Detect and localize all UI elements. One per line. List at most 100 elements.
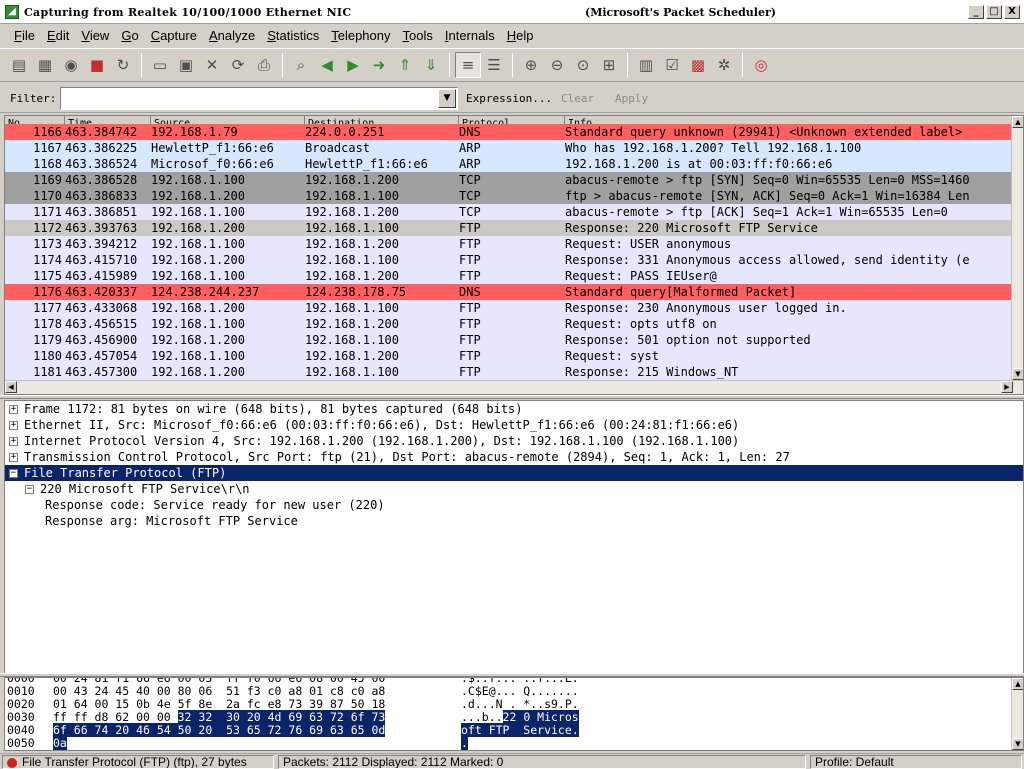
- hex-ascii[interactable]: .: [461, 736, 468, 750]
- detail-line[interactable]: − File Transfer Protocol (FTP): [5, 465, 1023, 481]
- expert-info-icon[interactable]: [7, 757, 17, 768]
- expand-icon[interactable]: +: [9, 453, 18, 462]
- menu-telephony[interactable]: Telephony: [325, 28, 396, 43]
- auto-scroll-icon[interactable]: ☰: [481, 52, 507, 78]
- packet-row[interactable]: 1166 463.384742 192.168.1.79 224.0.0.251 DNS…: [5, 124, 1013, 140]
- packet-row[interactable]: 1168 463.386524 Microsof_f0:66:e6 HewlettP_…: [5, 156, 1013, 172]
- pane-splitter-top[interactable]: [0, 395, 1024, 399]
- menu-go[interactable]: Go: [115, 28, 144, 43]
- filter-dropdown-arrow-icon[interactable]: ▼: [438, 89, 456, 108]
- detail-line[interactable]: + Transmission Control Protocol, Src Port…: [5, 449, 1023, 465]
- help-icon[interactable]: ◎: [748, 52, 774, 78]
- preferences-icon[interactable]: ✲: [711, 52, 737, 78]
- title-bar: ◢ Capturing from Realtek 10/100/1000 Eth…: [0, 0, 1024, 24]
- expression-button[interactable]: Expression...: [466, 92, 552, 105]
- hex-bytes[interactable]: 6f 66 74 20 46 54 50 20 53 65 72 76 69 6…: [53, 723, 386, 737]
- menu-capture[interactable]: Capture: [145, 28, 203, 43]
- menu-statistics[interactable]: Statistics: [261, 28, 325, 43]
- display-filters-icon[interactable]: ☑: [659, 52, 685, 78]
- collapse-icon[interactable]: −: [25, 485, 34, 494]
- close-file-icon[interactable]: ✕: [199, 52, 225, 78]
- detail-line[interactable]: Response arg: Microsoft FTP Service: [5, 513, 1023, 529]
- packet-cell-info: Request: USER anonymous: [565, 237, 732, 251]
- coloring-rules-icon[interactable]: ▩: [685, 52, 711, 78]
- resize-columns-icon[interactable]: ⊞: [596, 52, 622, 78]
- bytes-scroll-down-icon[interactable]: ▼: [1012, 738, 1023, 750]
- packet-cell-src: HewlettP_f1:66:e6: [151, 141, 274, 155]
- apply-button[interactable]: Apply: [615, 92, 648, 105]
- detail-line[interactable]: −220 Microsoft FTP Service\r\n: [5, 481, 1023, 497]
- packet-cell-info: Response: 230 Anonymous user logged in.: [565, 301, 847, 315]
- packet-row[interactable]: 1171 463.386851 192.168.1.100 192.168.1.200…: [5, 204, 1013, 220]
- packet-row[interactable]: 1181 463.457300 192.168.1.200 192.168.1.100…: [5, 364, 1013, 380]
- scroll-left-icon[interactable]: ◀: [5, 381, 17, 393]
- open-file-icon[interactable]: ▭: [147, 52, 173, 78]
- maximize-button[interactable]: □: [986, 5, 1002, 19]
- go-to-packet-icon[interactable]: ➜: [366, 52, 392, 78]
- capture-filters-icon[interactable]: ▥: [633, 52, 659, 78]
- hex-ascii[interactable]: oft FTP Service.: [461, 723, 579, 737]
- colorize-icon[interactable]: ≡: [455, 52, 481, 78]
- packet-cell-proto: DNS: [459, 285, 481, 299]
- bytes-scroll-up-icon[interactable]: ▲: [1012, 678, 1023, 690]
- zoom-out-icon[interactable]: ⊖: [544, 52, 570, 78]
- menu-tools[interactable]: Tools: [397, 28, 439, 43]
- display-filter-input[interactable]: [60, 87, 458, 110]
- go-first-icon[interactable]: ⇑: [392, 52, 418, 78]
- menu-view[interactable]: View: [75, 28, 115, 43]
- hex-bytes[interactable]: 0a: [53, 736, 67, 750]
- minimize-button[interactable]: _: [968, 5, 984, 19]
- start-capture-icon[interactable]: ◉: [58, 52, 84, 78]
- detail-line[interactable]: + Frame 1172: 81 bytes on wire (648 bits)…: [5, 401, 1023, 417]
- hex-bytes-plain: 00 43 24 45 40 00 80 06 51 f3 c0 a8 01 c…: [53, 684, 386, 698]
- restart-capture-icon[interactable]: ↻: [110, 52, 136, 78]
- menu-help[interactable]: Help: [501, 28, 540, 43]
- save-file-icon[interactable]: ▣: [173, 52, 199, 78]
- packet-row[interactable]: 1167 463.386225 HewlettP_f1:66:e6 Broadcast…: [5, 140, 1013, 156]
- packet-row[interactable]: 1174 463.415710 192.168.1.200 192.168.1.100…: [5, 252, 1013, 268]
- packet-list-vscrollbar[interactable]: ▲ ▼: [1011, 116, 1023, 380]
- menu-analyze[interactable]: Analyze: [203, 28, 261, 43]
- packet-row[interactable]: 1169 463.386528 192.168.1.100 192.168.1.200…: [5, 172, 1013, 188]
- packet-row[interactable]: 1177 463.433068 192.168.1.200 192.168.1.100…: [5, 300, 1013, 316]
- status-field-text: File Transfer Protocol (FTP) (ftp), 27 b…: [22, 755, 247, 769]
- status-profile[interactable]: Profile: Default: [810, 755, 1022, 769]
- packet-row[interactable]: 1180 463.457054 192.168.1.100 192.168.1.200…: [5, 348, 1013, 364]
- packet-cell-src: 192.168.1.200: [151, 365, 245, 379]
- packet-list-hscrollbar[interactable]: ◀ ▶: [5, 380, 1023, 394]
- packet-row[interactable]: 1173 463.394212 192.168.1.100 192.168.1.200…: [5, 236, 1013, 252]
- packet-row[interactable]: 1179 463.456900 192.168.1.200 192.168.1.100…: [5, 332, 1013, 348]
- collapse-icon[interactable]: −: [9, 469, 18, 478]
- menu-internals[interactable]: Internals: [439, 28, 501, 43]
- menu-file[interactable]: File: [8, 28, 41, 43]
- expand-icon[interactable]: +: [9, 405, 18, 414]
- expand-icon[interactable]: +: [9, 437, 18, 446]
- detail-line[interactable]: + Ethernet II, Src: Microsof_f0:66:e6 (00…: [5, 417, 1023, 433]
- packet-row[interactable]: 1172 463.393763 192.168.1.200 192.168.1.100…: [5, 220, 1013, 236]
- clear-button[interactable]: Clear: [561, 92, 594, 105]
- go-forward-icon[interactable]: ▶: [340, 52, 366, 78]
- go-back-icon[interactable]: ◀: [314, 52, 340, 78]
- expand-icon[interactable]: +: [9, 421, 18, 430]
- find-packet-icon[interactable]: ⌕: [288, 52, 314, 78]
- capture-options-icon[interactable]: ▦: [32, 52, 58, 78]
- scroll-up-icon[interactable]: ▲: [1012, 116, 1023, 128]
- detail-line[interactable]: + Internet Protocol Version 4, Src: 192.1…: [5, 433, 1023, 449]
- zoom-normal-icon[interactable]: ⊙: [570, 52, 596, 78]
- packet-row[interactable]: 1170 463.386833 192.168.1.200 192.168.1.100…: [5, 188, 1013, 204]
- scroll-right-icon[interactable]: ▶: [1001, 381, 1013, 393]
- close-button[interactable]: X: [1004, 5, 1020, 19]
- zoom-in-icon[interactable]: ⊕: [518, 52, 544, 78]
- scroll-down-icon[interactable]: ▼: [1012, 368, 1023, 380]
- menu-edit[interactable]: Edit: [41, 28, 75, 43]
- reload-icon[interactable]: ⟳: [225, 52, 251, 78]
- interfaces-icon[interactable]: ▤: [6, 52, 32, 78]
- go-last-icon[interactable]: ⇓: [418, 52, 444, 78]
- print-icon[interactable]: ⎙: [251, 52, 277, 78]
- packet-row[interactable]: 1175 463.415989 192.168.1.100 192.168.1.200…: [5, 268, 1013, 284]
- detail-line[interactable]: Response code: Service ready for new use…: [5, 497, 1023, 513]
- packet-row[interactable]: 1178 463.456515 192.168.1.100 192.168.1.200…: [5, 316, 1013, 332]
- packet-row[interactable]: 1176 463.420337 124.238.244.237 124.238.178…: [5, 284, 1013, 300]
- stop-capture-icon[interactable]: ■: [84, 52, 110, 78]
- bytes-vscrollbar[interactable]: ▲ ▼: [1011, 678, 1023, 750]
